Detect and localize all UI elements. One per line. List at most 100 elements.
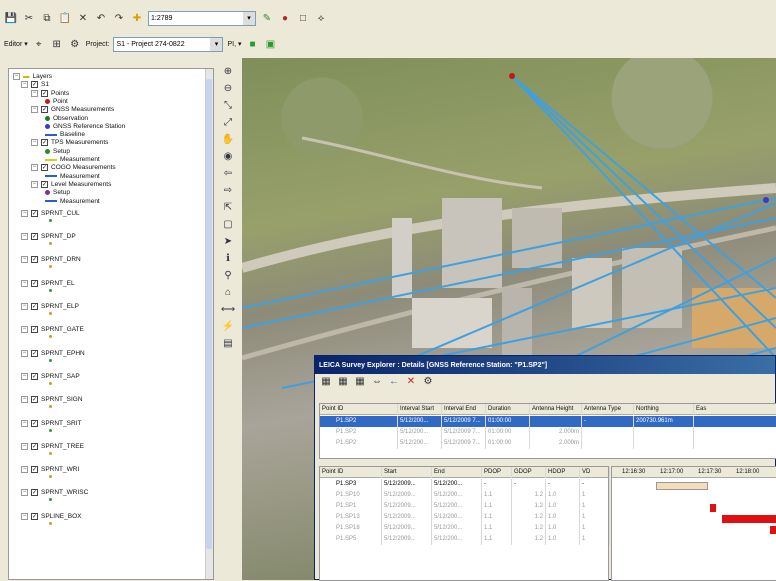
options-icon[interactable]: ⚙ [421,374,435,388]
editor-toolbar-icon[interactable]: ✎ [260,11,274,25]
layer-checkbox[interactable]: ✓ [41,180,48,188]
layout-icon[interactable]: □ [296,11,310,25]
layer-checkbox[interactable]: ✓ [31,349,38,357]
toc-group-s1[interactable]: − ✓ S1 [21,81,49,89]
green-square-icon[interactable]: ■ [246,37,260,51]
clear-selection-icon[interactable]: ▢ [221,217,235,231]
toc-layer[interactable]: − ✓ SPRNT_CUL [21,209,80,217]
layer-checkbox[interactable]: ✓ [31,512,38,520]
column-header[interactable]: Point ID [320,404,398,415]
toc-group[interactable]: − ✓ TPS Measurements [31,139,108,147]
edit-tool-icon[interactable]: ⊞ [50,37,64,51]
toc-layer[interactable]: − ✓ SPRNT_SAP [21,372,80,380]
column-header[interactable]: Interval End [442,404,486,415]
toc-scrollbar[interactable] [205,69,213,579]
toc-layer[interactable]: − ✓ SPRNT_EL [21,279,75,287]
gnss-point[interactable] [763,197,769,203]
layer-checkbox[interactable]: ✓ [31,233,38,241]
layer-checkbox[interactable]: ✓ [31,209,38,217]
toc-legend-item[interactable]: Observation [45,115,88,122]
scale-combo[interactable]: 1:2789 ▾ [148,10,256,26]
column-header[interactable]: Interval Start [398,404,442,415]
green-grid-icon[interactable]: ▣ [264,37,278,51]
toc-layer[interactable]: − ✓ SPRNT_DRN [21,256,81,264]
expand-collapse-icon[interactable]: − [31,180,38,188]
arccatalog-icon[interactable]: ● [278,11,292,25]
find-icon[interactable]: ⚲ [221,268,235,282]
toc-group[interactable]: − ✓ Level Measurements [31,180,111,188]
layer-checkbox[interactable]: ✓ [31,489,38,497]
column-header[interactable]: Eas [694,404,776,415]
toc-group[interactable]: − ✓ GNSS Measurements [31,106,114,114]
toc-group[interactable]: − ✓ Points [31,89,69,97]
redo-icon[interactable]: ↷ [112,11,126,25]
layer-checkbox[interactable]: ✓ [41,106,48,114]
timeline-bar[interactable] [770,526,776,534]
column-header[interactable]: Start [382,467,432,478]
toc-legend-item[interactable]: Baseline [45,131,85,138]
identify-icon[interactable]: ℹ [221,251,235,265]
toc-layer[interactable]: − ✓ SPRNT_DP [21,233,76,241]
layer-checkbox[interactable]: ✓ [41,139,48,147]
expand-collapse-icon[interactable]: − [21,256,28,264]
full-extent-icon[interactable]: ◉ [221,149,235,163]
toc-legend-item[interactable]: Measurement [45,156,100,163]
delete-icon[interactable]: ✕ [404,374,418,388]
sketch-tool-icon[interactable]: ⌖ [32,37,46,51]
layer-checkbox[interactable]: ✓ [31,303,38,310]
toc-legend-item[interactable]: GNSS Reference Station [45,123,125,130]
layer-checkbox[interactable]: ✓ [31,81,38,89]
toc-layers-root[interactable]: − ▬ Layers [13,73,52,80]
column-header[interactable]: Duration [486,404,530,415]
toc-layer[interactable]: − ✓ SPRNT_TREE [21,442,84,450]
table-row[interactable]: P1.SP18 5/12/2009... 5/12/200... 1.1 1.2 1.0 1 [320,523,610,534]
grid-icon[interactable]: ▦ [319,374,333,388]
toc-group[interactable]: − ✓ COGO Measurements [31,164,116,172]
expand-collapse-icon[interactable]: − [21,489,28,497]
timeline-bar[interactable] [656,482,708,490]
cut-icon[interactable]: ✂ [22,11,36,25]
toc-legend-item[interactable]: Measurement [45,198,100,205]
expand-collapse-icon[interactable]: − [21,233,28,241]
expand-collapse-icon[interactable]: − [21,326,28,334]
toc-layer[interactable]: − ✓ SPRNT_WRI [21,466,79,474]
toc-scroll-thumb[interactable] [206,79,212,549]
go-to-xy-icon[interactable]: ⌂ [221,285,235,299]
expand-collapse-icon[interactable]: − [31,106,38,114]
expand-collapse-icon[interactable]: − [21,349,28,357]
back-arrow-icon[interactable]: ← [387,374,401,388]
layer-checkbox[interactable]: ✓ [31,396,38,404]
table-row[interactable]: P1.SP3 5/12/2009... 5/12/200... - - - - [320,479,610,490]
column-header[interactable]: End [432,467,482,478]
layer-checkbox[interactable]: ✓ [31,326,38,334]
column-header[interactable]: Point ID [320,467,382,478]
reference-station-point[interactable] [509,73,515,79]
timeline-bar[interactable] [710,504,716,512]
expand-collapse-icon[interactable]: − [21,279,28,287]
toc-layer[interactable]: − ✓ SPRNT_ELP [21,303,79,310]
expand-collapse-icon[interactable]: − [21,396,28,404]
expand-collapse-icon[interactable]: − [21,442,28,450]
column-header[interactable]: PDOP [482,467,512,478]
expand-collapse-icon[interactable]: − [21,81,28,89]
expand-collapse-icon[interactable]: − [21,512,28,520]
hyperlink-icon[interactable]: ⚡ [221,319,235,333]
table-row[interactable]: P1.SP13 5/12/2009... 5/12/200... 1.1 1.2 1.0 1 [320,512,610,523]
pan-icon[interactable]: ✋ [221,132,235,146]
fixed-zoom-out-icon[interactable]: ⤢ [221,115,235,129]
layer-checkbox[interactable]: ✓ [41,89,48,97]
table-row[interactable]: P1.SP1 5/12/2009... 5/12/200... 1.1 1.2 1.0 1 [320,501,610,512]
measure-icon[interactable]: ⟷ [221,302,235,316]
toc-layer[interactable]: − ✓ SPRNT_GATE [21,326,84,334]
column-header[interactable]: VD [580,467,610,478]
attributes-icon[interactable]: ⚙ [68,37,82,51]
project-combo[interactable]: S1 - Project 274-0822 ▾ [113,36,224,52]
zoom-in-icon[interactable]: ⊕ [221,64,235,78]
table-row[interactable]: P1.SP10 5/12/2009... 5/12/200... 1.1 1.2 1.0 1 [320,490,610,501]
expand-collapse-icon[interactable]: − [21,303,28,310]
copy-icon[interactable]: ⧉ [40,11,54,25]
expand-collapse-icon[interactable]: − [13,73,20,80]
column-header[interactable]: HDOP [546,467,580,478]
undo-icon[interactable]: ↶ [94,11,108,25]
layer-checkbox[interactable]: ✓ [31,442,38,450]
